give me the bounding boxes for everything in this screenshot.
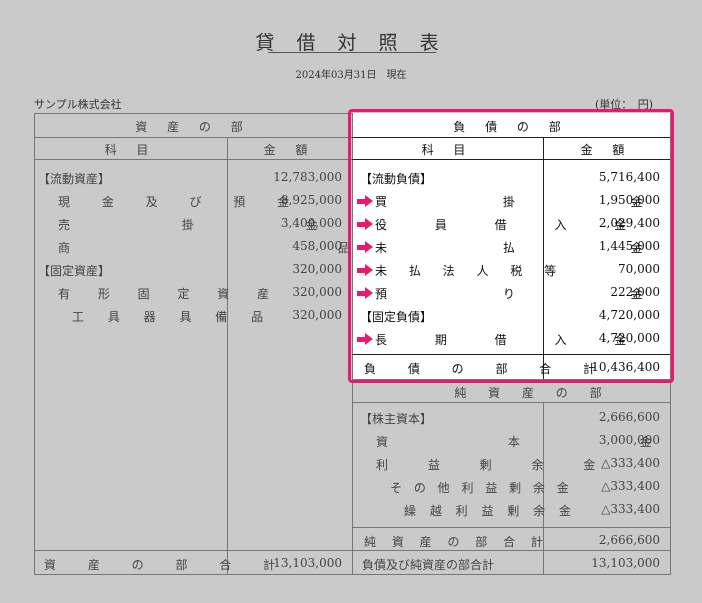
asset-row-amount: 12,783,000: [273, 170, 342, 184]
net-total-amount: 2,666,600: [598, 533, 660, 547]
net-row-amount: △333,400: [601, 502, 660, 516]
grand-total-amount: 13,103,000: [591, 556, 660, 570]
grand-total-line: [352, 550, 670, 551]
report-date: 2024年03月31日 現在: [295, 70, 407, 81]
asset-row-amount: 458,000: [292, 239, 342, 253]
asset-row-label: 現 金 及 び 預 金: [58, 195, 304, 209]
assets-colhead-line: [34, 159, 352, 160]
page-title: 貸 借 対 照 表: [255, 32, 447, 54]
assets-section-title: 資 産 の 部: [135, 120, 251, 134]
title-underline: [268, 52, 436, 53]
net-row-amount: △333,400: [601, 456, 660, 470]
net-row-amount: 3,000,000: [598, 433, 660, 447]
highlight-box: [348, 109, 674, 383]
asset-row-label: 【固定資産】: [38, 264, 111, 278]
asset-row-label: 商 品: [58, 241, 482, 255]
asset-row-label: 【流動資産】: [38, 172, 111, 186]
company-name: サンプル株式会社: [34, 98, 122, 111]
asset-row-amount: 8,925,000: [280, 193, 342, 207]
net-assets-section-title: 純 資 産 の 部: [454, 386, 611, 400]
net-row-label: 【株主資本】: [360, 412, 433, 426]
asset-row-amount: 320,000: [292, 285, 342, 299]
net-header-line: [352, 402, 670, 403]
assets-col-item: 科 目: [104, 143, 157, 157]
assets-header-line: [34, 137, 352, 138]
net-total-line: [352, 527, 670, 528]
asset-row-amount: 320,000: [292, 262, 342, 276]
net-total-label: 純 資 産 の 部 合 計: [364, 535, 549, 549]
asset-row-amount: 320,000: [292, 308, 342, 322]
net-row-amount: 2,666,600: [598, 410, 660, 424]
net-row-amount: △333,400: [601, 479, 660, 493]
assets-col-amount: 金 額: [263, 143, 316, 157]
grand-total-label: 負債及び純資産の部合計: [362, 558, 495, 572]
asset-row-label: 売 掛 金: [58, 218, 372, 232]
asset-row-amount: 3,400,000: [280, 216, 342, 230]
assets-total-line: [34, 550, 352, 551]
assets-total-amount: 13,103,000: [273, 556, 342, 570]
